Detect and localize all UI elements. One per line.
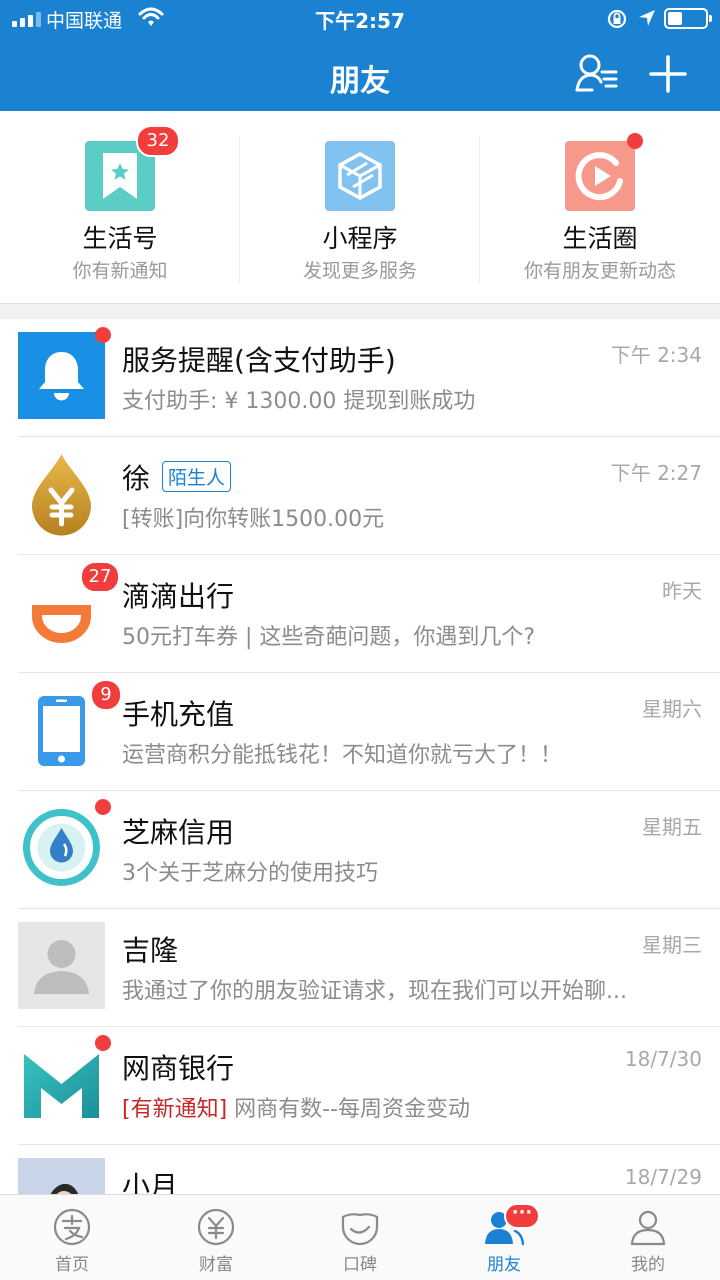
item-time: 星期六 [642,697,702,721]
item-subtitle-text: 网商有数--每周资金变动 [227,1097,471,1122]
item-title: 滴滴出行 [122,580,235,613]
item-subtitle: [转账]向你转账1500.00元 [122,507,385,532]
tab-koubei[interactable]: 口碑 [288,1195,432,1280]
item-subtitle: [有新通知] 网商有数--每周资金变动 [122,1091,692,1123]
koubei-icon [341,1213,379,1246]
tab-home-label: 首页 [55,1255,89,1275]
tab-friends-label: 朋友 [487,1255,521,1275]
shortcut-life-circle-desc: 你有朋友更新动态 [523,260,676,282]
yuan-drop-icon [32,454,91,536]
shortcut-life-account[interactable]: 32 生活号 你有新通知 [0,111,240,303]
item-time: 星期五 [642,815,702,839]
tab-wealth-label: 财富 [199,1255,233,1275]
shortcut-life-account-desc: 你有新通知 [72,260,168,282]
shortcut-mini-program-desc: 发现更多服务 [302,260,417,282]
item-subtitle: 支付助手: ¥ 1300.00 提现到账成功 [122,389,476,414]
tab-profile[interactable]: 我的 [576,1195,720,1280]
shortcut-life-account-name: 生活号 [82,224,158,253]
battery-icon [664,8,712,29]
bell-icon [18,332,105,419]
shortcut-life-circle[interactable]: 生活圈 你有朋友更新动态 [480,111,720,303]
rotation-lock-icon [607,9,627,29]
mybank-icon [24,1054,99,1118]
add-icon[interactable] [648,54,688,94]
shortcut-life-account-badge: 32 [136,125,180,157]
default-avatar-icon [18,922,105,1009]
item-title: 网商银行 [122,1052,235,1085]
item-subtitle: 3个关于芝麻分的使用技巧 [122,861,378,886]
list-item[interactable]: 服务提醒(含支付助手) 下午 2:34 支付助手: ¥ 1300.00 提现到账… [0,319,720,437]
item-title: 徐陌生人 [122,457,232,497]
list-item[interactable]: 徐陌生人 下午 2:27 [转账]向你转账1500.00元 [0,437,720,555]
item-title: 服务提醒(含支付助手) [122,344,396,377]
unread-dot [95,799,111,815]
item-subtitle: 我通过了你的朋友验证请求，现在我们可以开始聊... [122,979,627,1004]
item-time: 下午 2:34 [610,343,702,367]
item-time: 星期三 [642,933,702,957]
status-bar: 中国联通 下午2:57 [0,0,720,36]
list-item[interactable]: 27 滴滴出行 昨天 50元打车券 | 这些奇葩问题，你遇到几个? [0,555,720,673]
life-circle-icon [565,141,635,211]
location-icon [639,10,655,26]
profile-icon [630,1210,666,1246]
unread-dot [95,1035,111,1051]
alipay-home-icon [53,1208,91,1246]
contacts-icon[interactable] [574,52,620,96]
wealth-icon [197,1208,235,1246]
item-title: 手机充值 [122,698,235,731]
item-title: 吉隆 [122,934,179,967]
app-header: 中国联通 下午2:57 朋友 [0,0,720,111]
item-subtitle: 运营商积分能抵钱花！不知道你就亏大了！！ [122,743,563,768]
tab-home[interactable]: 首页 [0,1195,144,1280]
stranger-tag: 陌生人 [162,461,232,492]
unread-dot [95,327,111,343]
shortcut-panel: 32 生活号 你有新通知 小程序 发现更多服务 生活圈 你有朋友更新动态 [0,111,720,303]
mini-program-icon [325,141,395,211]
item-time: 18/7/30 [624,1047,702,1071]
list-item[interactable]: 吉隆 星期三 我通过了你的朋友验证请求，现在我们可以开始聊... [0,909,720,1027]
battery-level [668,12,682,25]
item-time: 下午 2:27 [610,461,702,485]
shortcut-life-circle-dot [627,133,643,149]
shortcut-mini-program[interactable]: 小程序 发现更多服务 [240,111,480,303]
list-item[interactable]: 网商银行 18/7/30 [有新通知] 网商有数--每周资金变动 [0,1027,720,1145]
shortcut-life-circle-name: 生活圈 [562,224,638,253]
tab-friends[interactable]: ··· 朋友 [432,1195,576,1280]
item-title: 芝麻信用 [122,816,235,849]
unread-count-badge: 9 [90,679,122,711]
tab-wealth[interactable]: 财富 [144,1195,288,1280]
list-item[interactable]: 9 手机充值 星期六 运营商积分能抵钱花！不知道你就亏大了！！ [0,673,720,791]
item-time: 18/7/29 [624,1165,702,1189]
item-title-text: 徐 [122,462,151,495]
list-item[interactable]: 芝麻信用 星期五 3个关于芝麻分的使用技巧 [0,791,720,909]
notice-prefix: [有新通知] [122,1097,228,1122]
tab-profile-label: 我的 [631,1255,665,1275]
shortcut-mini-program-name: 小程序 [322,224,398,253]
tab-koubei-label: 口碑 [343,1255,377,1275]
item-subtitle: 50元打车券 | 这些奇葩问题，你遇到几个? [122,625,536,650]
unread-count-badge: 27 [80,561,120,593]
tab-bar: 首页 财富 口碑 ··· 朋友 我的 [0,1194,720,1280]
sesame-credit-icon [23,809,100,886]
item-time: 昨天 [662,579,702,603]
tab-friends-badge: ··· [504,1203,540,1229]
section-divider [0,303,720,319]
